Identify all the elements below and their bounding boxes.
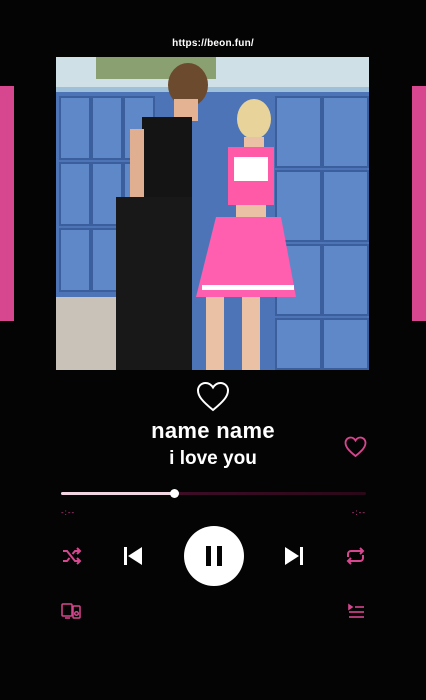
skip-previous-icon[interactable] [121,545,145,567]
shuffle-icon[interactable] [61,545,83,567]
repeat-icon[interactable] [344,545,367,567]
progress-fill [61,492,174,495]
remaining-time: -:-- [351,508,366,517]
album-cover [56,57,369,370]
heart-outline-icon[interactable] [344,436,367,458]
devices-icon[interactable] [61,602,81,620]
source-url[interactable]: https://beon.fun/ [0,38,426,49]
progress-bar[interactable] [61,489,366,498]
pause-icon [206,546,222,566]
elapsed-time: -:-- [61,508,76,517]
left-accent-bar [0,86,14,321]
queue-icon[interactable] [348,603,365,619]
heart-outline-icon[interactable] [196,381,230,413]
play-pause-button[interactable] [184,526,244,586]
right-accent-bar [412,86,426,321]
skip-next-icon[interactable] [282,545,306,567]
progress-thumb[interactable] [169,489,179,498]
